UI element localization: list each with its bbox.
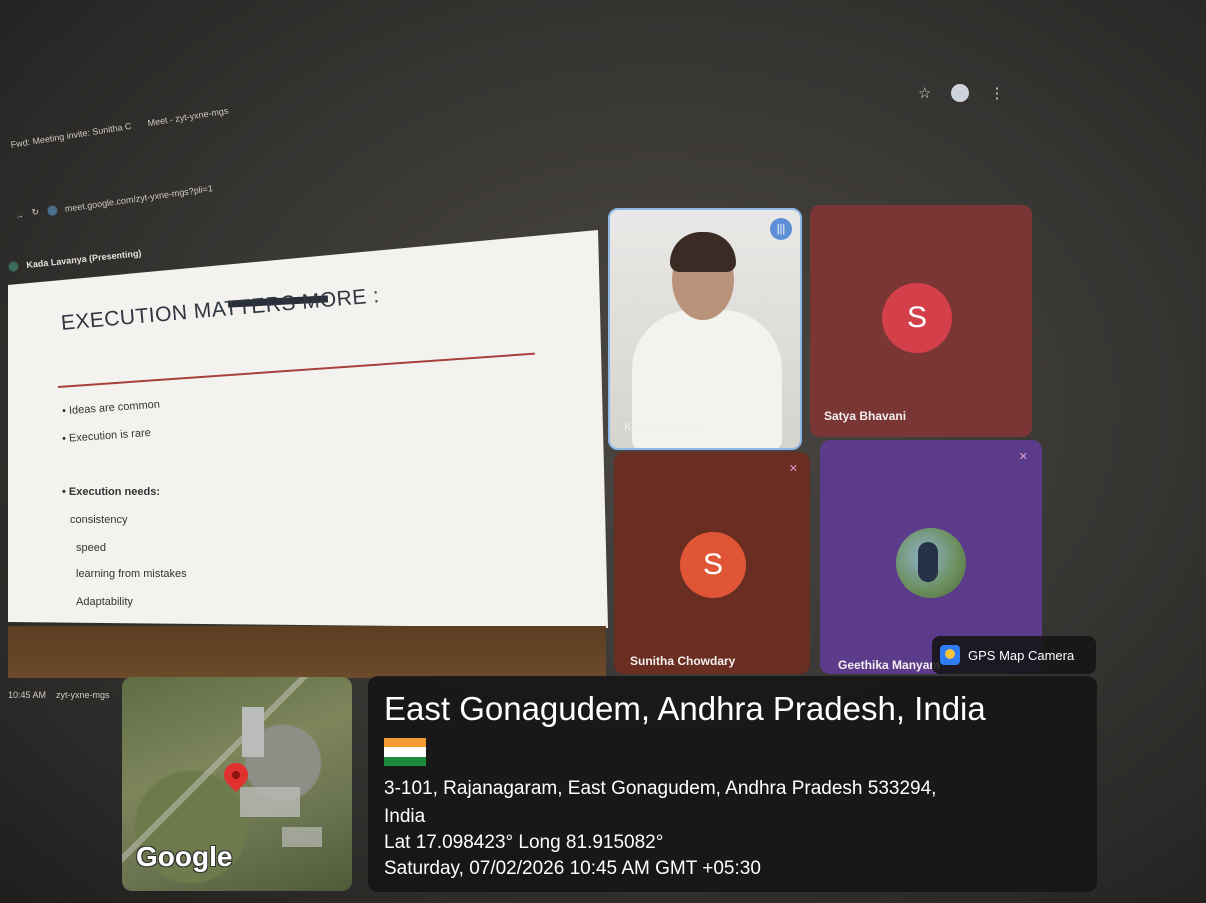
presenter-avatar: [8, 260, 19, 272]
google-map-logo: Google: [136, 841, 233, 872]
menu-dots-icon[interactable]: ⋮: [989, 84, 1004, 102]
india-flag-icon: [384, 738, 426, 766]
meet-time: 10:45 AM: [8, 690, 47, 700]
participant-name: Kada Lavanya: [624, 420, 701, 434]
coordinates-text: Lat 17.098423° Long 81.915082°: [384, 832, 664, 853]
slide-floor-band: [8, 626, 606, 678]
mic-off-icon: ✕: [1018, 451, 1028, 463]
profile-icon[interactable]: [951, 84, 970, 102]
mic-off-icon: ✕: [788, 463, 798, 475]
speaking-indicator-icon: |||: [770, 218, 792, 240]
meet-bottom-bar: 10:45 AM zyt-yxne-mgs: [8, 690, 110, 700]
reload-icon[interactable]: ↻: [31, 207, 40, 219]
map-building: [282, 827, 322, 847]
browser-tabs: Fwd: Meeting invite: Sunitha C Meet - zy…: [10, 88, 341, 169]
url-text[interactable]: meet.google.com/zyt-yxne-mgs?pli=1: [64, 183, 213, 214]
map-building: [240, 787, 300, 817]
meet-code: zyt-yxne-mgs: [56, 690, 110, 700]
participant-tile-satya-bhavani[interactable]: S Satya Bhavani: [810, 205, 1032, 437]
satellite-map-thumbnail: Google: [122, 677, 352, 891]
participant-name: Satya Bhavani: [824, 409, 907, 423]
presenter-label: Kada Lavanya (Presenting): [8, 248, 142, 272]
browser-toolbar-icons: ☆ ⋮: [918, 84, 1004, 102]
back-icon[interactable]: →: [14, 209, 24, 220]
participant-tile-kada-lavanya[interactable]: ||| Kada Lavanya: [608, 208, 802, 450]
star-icon[interactable]: ☆: [918, 84, 931, 102]
presenter-text: Kada Lavanya (Presenting): [25, 248, 142, 271]
site-info-icon[interactable]: [46, 204, 58, 216]
participant-hair: [670, 232, 736, 272]
gps-app-label: GPS Map Camera: [932, 636, 1096, 674]
participant-avatar: S: [680, 532, 746, 598]
slide-need-item: consistency: [70, 514, 128, 526]
participant-avatar: S: [882, 283, 952, 353]
slide-needs-heading: • Execution needs:: [62, 486, 160, 498]
slide-need-item: learning from mistakes: [76, 568, 187, 580]
gps-app-name: GPS Map Camera: [968, 647, 1075, 663]
location-title: East Gonagudem, Andhra Pradesh, India: [384, 690, 986, 727]
tab-gmail[interactable]: Fwd: Meeting invite: Sunitha C: [10, 121, 132, 150]
participant-name: Sunitha Chowdary: [630, 654, 736, 668]
tab-meet[interactable]: Meet - zyt-yxne-mgs: [147, 106, 229, 129]
participant-photo-avatar: [896, 528, 966, 598]
participant-name: Geethika Manyam: [838, 658, 941, 672]
datetime-text: Saturday, 07/02/2026 10:45 AM GMT +05:30: [384, 858, 761, 879]
map-building: [242, 707, 264, 757]
address-line-1: 3-101, Rajanagaram, East Gonagudem, Andh…: [384, 778, 937, 799]
slide-need-item: speed: [76, 542, 106, 554]
gps-camera-icon: [940, 645, 960, 665]
slide-need-item: Adaptability: [76, 596, 133, 608]
participant-tile-sunitha-chowdary[interactable]: ✕ S Sunitha Chowdary: [614, 452, 810, 674]
address-line-2: India: [384, 806, 426, 827]
address-bar[interactable]: → ↻ meet.google.com/zyt-yxne-mgs?pli=1: [14, 182, 213, 221]
